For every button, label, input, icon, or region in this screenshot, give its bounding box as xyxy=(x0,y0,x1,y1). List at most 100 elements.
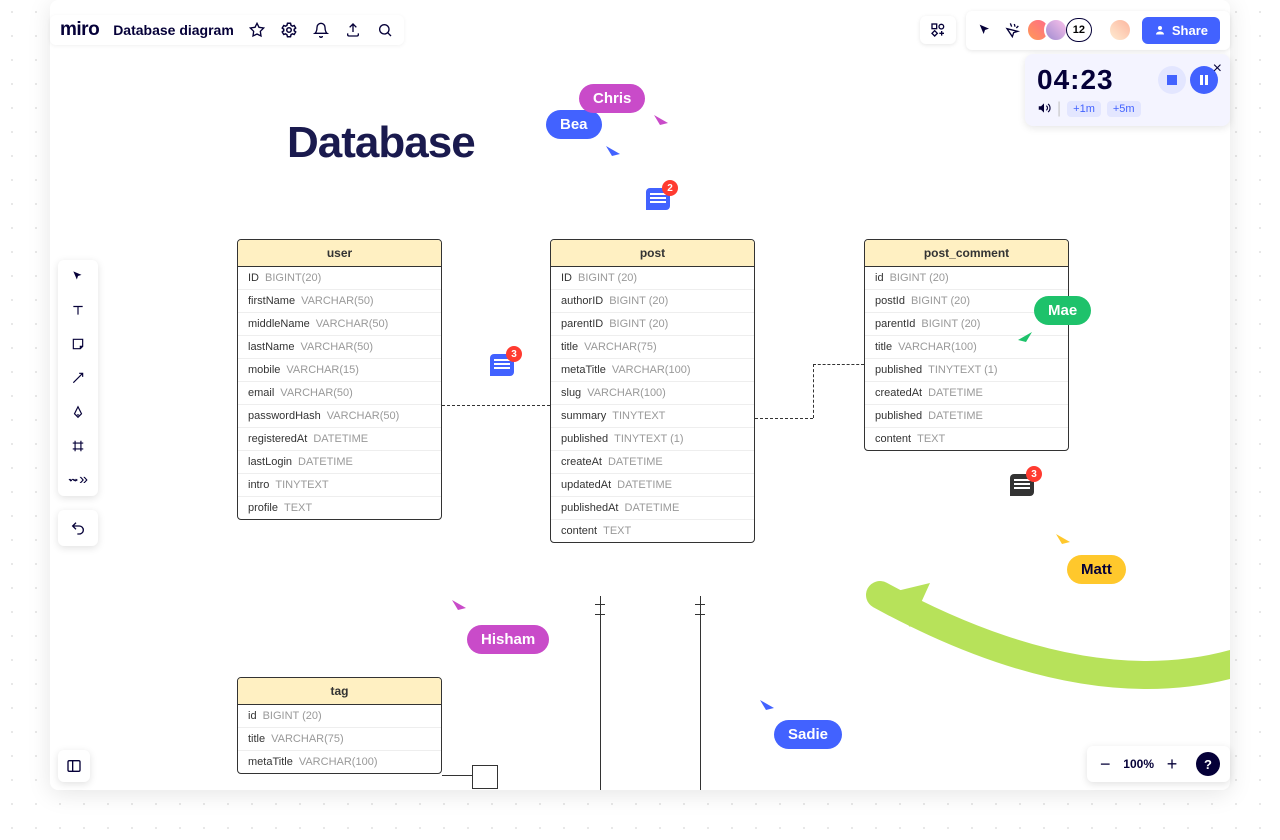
column-type: TINYTEXT (1) xyxy=(614,433,683,445)
relationship-user-post-v xyxy=(550,405,551,419)
table-post-header: post xyxy=(551,240,754,267)
table-row: authorIDBIGINT (20) xyxy=(551,290,754,313)
arrow-tool-icon[interactable] xyxy=(68,368,88,388)
relationship-user-post xyxy=(442,405,550,406)
apps-button[interactable] xyxy=(920,16,956,44)
cursor-mae-arrow-icon xyxy=(1016,330,1034,348)
table-row: ID BIGINT (20) xyxy=(551,267,754,290)
column-type: TEXT xyxy=(917,433,945,445)
annotation-arrow xyxy=(820,555,1230,735)
column-type: BIGINT(20) xyxy=(265,272,321,284)
collaborator-avatars[interactable]: 12 xyxy=(1032,18,1092,42)
relationship-post-comment-a xyxy=(755,418,813,419)
zoom-out-button[interactable]: − xyxy=(1097,756,1113,772)
undo-icon xyxy=(70,520,86,536)
table-user[interactable]: user IDBIGINT(20)firstNameVARCHAR(50)mid… xyxy=(237,239,442,520)
table-row: contentTEXT xyxy=(865,428,1068,450)
bell-icon[interactable] xyxy=(312,21,330,39)
column-type: DATETIME xyxy=(313,433,368,445)
table-post-body: IDBIGINT (20)authorIDBIGINT (20)parentID… xyxy=(551,267,754,542)
column-type: VARCHAR(75) xyxy=(271,733,344,745)
table-row: metaTitleVARCHAR(100) xyxy=(238,751,441,773)
column-type: TINYTEXT (1) xyxy=(928,364,997,376)
column-name: content xyxy=(561,525,597,537)
table-row: createdAtDATETIME xyxy=(865,382,1068,405)
help-button[interactable]: ? xyxy=(1196,752,1220,776)
panel-toggle-button[interactable] xyxy=(58,750,90,782)
column-name: published xyxy=(875,364,922,376)
zoom-in-button[interactable]: + xyxy=(1164,756,1180,772)
column-name: metaTitle xyxy=(248,756,293,768)
column-name: published xyxy=(875,410,922,422)
search-icon[interactable] xyxy=(376,21,394,39)
logo[interactable]: miro xyxy=(60,19,99,41)
column-name: parentId xyxy=(875,318,915,330)
column-type: TEXT xyxy=(603,525,631,537)
table-row: introTINYTEXT xyxy=(238,474,441,497)
text-tool-icon[interactable] xyxy=(68,300,88,320)
avatar-count: 12 xyxy=(1066,18,1092,42)
table-row: firstNameVARCHAR(50) xyxy=(238,290,441,313)
select-tool-icon[interactable] xyxy=(68,266,88,286)
header-left: miro Database diagram xyxy=(50,15,404,45)
comment-bubble-1[interactable]: 2 xyxy=(646,188,670,210)
column-type: BIGINT (20) xyxy=(609,318,668,330)
settings-icon[interactable] xyxy=(280,21,298,39)
column-type: VARCHAR(100) xyxy=(898,341,977,353)
table-row: emailVARCHAR(50) xyxy=(238,382,441,405)
toolbar: » xyxy=(58,260,98,496)
relationship-tag-stub xyxy=(442,775,472,776)
table-row: lastNameVARCHAR(50) xyxy=(238,336,441,359)
table-post-comment[interactable]: post_comment idBIGINT (20)postIdBIGINT (… xyxy=(864,239,1069,451)
table-row: titleVARCHAR(75) xyxy=(551,336,754,359)
table-tag[interactable]: tag idBIGINT (20)titleVARCHAR(75)metaTit… xyxy=(237,677,442,774)
timer-stop-button[interactable] xyxy=(1158,66,1186,94)
cursor-matt: Matt xyxy=(1067,555,1126,584)
cursor-sadie: Sadie xyxy=(774,720,842,749)
junction-table-stub[interactable] xyxy=(472,765,498,789)
table-row: registeredAtDATETIME xyxy=(238,428,441,451)
zoom-level[interactable]: 100% xyxy=(1123,757,1154,771)
table-row: mobileVARCHAR(15) xyxy=(238,359,441,382)
frame-tool-icon[interactable] xyxy=(68,436,88,456)
column-name: profile xyxy=(248,502,278,514)
add-5m-button[interactable]: +5m xyxy=(1107,101,1141,117)
sound-icon[interactable] xyxy=(1037,101,1051,118)
column-name: title xyxy=(248,733,265,745)
column-type: DATETIME xyxy=(608,456,663,468)
timer-widget[interactable]: × 04:23 | +1m +5m xyxy=(1025,54,1230,126)
star-icon[interactable] xyxy=(248,21,266,39)
column-name: createAt xyxy=(561,456,602,468)
board-title[interactable]: Database diagram xyxy=(113,22,234,38)
add-1m-button[interactable]: +1m xyxy=(1067,101,1101,117)
column-name: authorID xyxy=(561,295,603,307)
column-name: id xyxy=(248,710,257,722)
avatar-self[interactable] xyxy=(1108,18,1132,42)
table-row: parentIDBIGINT (20) xyxy=(551,313,754,336)
comment-bubble-3[interactable]: 3 xyxy=(1010,474,1034,496)
table-post[interactable]: post IDBIGINT (20)authorIDBIGINT (20)par… xyxy=(550,239,755,543)
sticky-tool-icon[interactable] xyxy=(68,334,88,354)
header: miro Database diagram 12 Share xyxy=(50,12,1230,48)
export-icon[interactable] xyxy=(344,21,362,39)
header-icons xyxy=(280,21,394,39)
column-name: mobile xyxy=(248,364,280,376)
share-button[interactable]: Share xyxy=(1142,17,1220,44)
zoom-controls: − 100% + ? xyxy=(1087,746,1230,782)
relationship-post-comment-b xyxy=(813,364,864,365)
cursor-chris: Chris xyxy=(579,84,645,113)
column-name: ID xyxy=(561,272,572,284)
table-user-body: IDBIGINT(20)firstNameVARCHAR(50)middleNa… xyxy=(238,267,441,519)
table-row: idBIGINT (20) xyxy=(865,267,1068,290)
column-type: BIGINT (20) xyxy=(911,295,970,307)
column-type: BIGINT (20) xyxy=(578,272,637,284)
reactions-icon[interactable] xyxy=(1004,21,1022,39)
close-icon[interactable]: × xyxy=(1213,60,1222,78)
column-name: title xyxy=(561,341,578,353)
more-tools-icon[interactable]: » xyxy=(68,470,88,490)
comment-bubble-2[interactable]: 3 xyxy=(490,354,514,376)
pointer-icon[interactable] xyxy=(976,21,994,39)
undo-button[interactable] xyxy=(58,510,98,546)
column-type: VARCHAR(100) xyxy=(587,387,666,399)
pen-tool-icon[interactable] xyxy=(68,402,88,422)
